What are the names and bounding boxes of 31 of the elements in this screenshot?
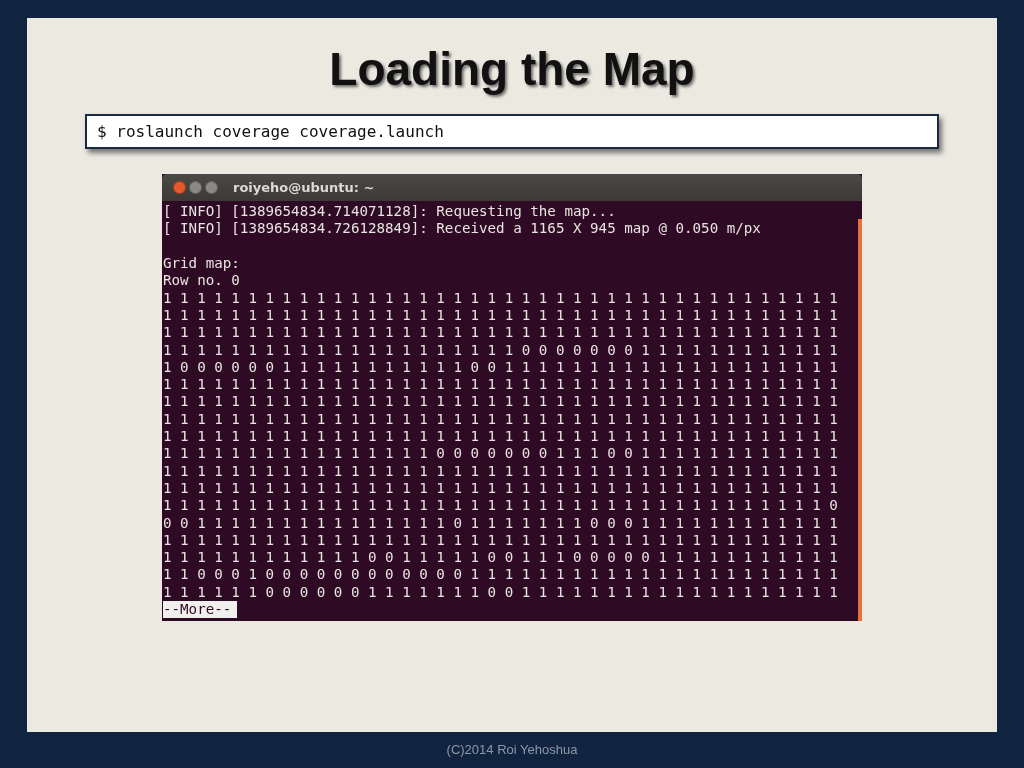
grid-row-text: 1 1 1 1 1 1 1 1 1 1 1 1 0 0 1 1 1 1 1 0 0 1 1 1 0 0 0 0 0 1 1 1 1 1 1 1 1 1 1 1 (163, 549, 839, 567)
grid-row-text: 1 0 0 0 0 0 0 1 1 1 1 1 1 1 1 1 1 1 0 0 1 1 1 1 1 1 1 1 1 1 1 1 1 1 1 1 1 1 1 1 (163, 358, 839, 377)
grid-row-text: 1 1 1 1 1 1 1 1 1 1 1 1 1 1 1 1 1 1 1 1 1 1 1 1 1 1 1 1 1 1 1 1 1 1 1 1 1 1 1 1 (163, 376, 839, 394)
grid-row-text: 1 1 1 1 1 1 1 1 1 1 1 1 1 1 1 1 1 1 1 1 1 1 1 1 1 1 1 1 1 1 1 1 1 1 1 1 1 1 1 1 (163, 428, 839, 446)
minimize-icon[interactable] (189, 181, 202, 195)
close-icon[interactable] (173, 181, 186, 195)
grid-row-text: 1 1 0 0 0 1 0 0 0 0 0 0 0 0 0 0 0 0 1 1 1 1 1 1 1 1 1 1 1 1 1 1 1 1 1 1 1 1 1 1 (163, 566, 839, 584)
scrollbar[interactable] (858, 219, 862, 622)
footer-text: (C)2014 Roi Yehoshua (446, 742, 578, 757)
log-line: [ INFO] [1389654834.726128849]: Received a 1165 X 945 map @ 0.050 m/px (163, 220, 762, 238)
output-line: Row no. 0 (163, 272, 241, 290)
grid-row-text: 1 1 1 1 1 1 1 1 1 1 1 1 1 1 1 1 1 1 1 1 1 1 1 1 1 1 1 1 1 1 1 1 1 1 1 1 1 1 1 1 (163, 479, 839, 498)
grid-row-text: 1 1 1 1 1 1 1 1 1 1 1 1 1 1 1 1 1 1 1 1 1 1 1 1 1 1 1 1 1 1 1 1 1 1 1 1 1 1 1 1 (163, 462, 839, 480)
grid-row-text: 0 0 1 1 1 1 1 1 1 1 1 1 1 1 1 1 1 0 1 1 1 1 1 1 1 0 0 0 1 1 1 1 1 1 1 1 1 1 1 1 (163, 514, 839, 532)
grid-row-text: 1 1 1 1 1 1 1 1 1 1 1 1 1 1 1 1 0 0 0 0 0 0 0 1 1 1 0 0 1 1 1 1 1 1 1 1 1 1 1 1 (163, 445, 839, 463)
grid-row-text: 1 1 1 1 1 1 1 1 1 1 1 1 1 1 1 1 1 1 1 1 1 1 1 1 1 1 1 1 1 1 1 1 1 1 1 1 1 1 1 1 (163, 289, 839, 307)
window-title: roiyeho@ubuntu: ~ (233, 180, 375, 196)
log-line: [ INFO] [1389654834.714071128]: Requesting the map... (163, 203, 617, 221)
grid-row-text: 1 1 1 1 1 1 1 1 1 1 1 1 1 1 1 1 1 1 1 1 1 1 1 1 1 1 1 1 1 1 1 1 1 1 1 1 1 1 1 0 (163, 497, 839, 515)
grid-row-text: 1 1 1 1 1 1 1 1 1 1 1 1 1 1 1 1 1 1 1 1 1 1 1 1 1 1 1 1 1 1 1 1 1 1 1 1 1 1 1 1 (163, 531, 839, 550)
grid-row-text: 1 1 1 1 1 1 0 0 0 0 0 0 1 1 1 1 1 1 1 0 0 1 1 1 1 1 1 1 1 1 1 1 1 1 1 1 1 1 1 1 (163, 583, 839, 601)
maximize-icon[interactable] (205, 181, 218, 195)
output-line: Grid map: (163, 255, 241, 273)
pager-prompt: --More-- (163, 601, 238, 619)
grid-row-text: 1 1 1 1 1 1 1 1 1 1 1 1 1 1 1 1 1 1 1 1 1 1 1 1 1 1 1 1 1 1 1 1 1 1 1 1 1 1 1 1 (163, 410, 839, 429)
slide-title: Loading the Map (329, 42, 695, 97)
grid-row-text: 1 1 1 1 1 1 1 1 1 1 1 1 1 1 1 1 1 1 1 1 1 0 0 0 0 0 0 0 1 1 1 1 1 1 1 1 1 1 1 1 (163, 341, 839, 359)
command-text: $ roslaunch coverage coverage.launch (85, 114, 939, 150)
grid-row-text: 1 1 1 1 1 1 1 1 1 1 1 1 1 1 1 1 1 1 1 1 1 1 1 1 1 1 1 1 1 1 1 1 1 1 1 1 1 1 1 1 (163, 306, 839, 325)
grid-row-text: 1 1 1 1 1 1 1 1 1 1 1 1 1 1 1 1 1 1 1 1 1 1 1 1 1 1 1 1 1 1 1 1 1 1 1 1 1 1 1 1 (163, 393, 839, 411)
grid-row-text: 1 1 1 1 1 1 1 1 1 1 1 1 1 1 1 1 1 1 1 1 1 1 1 1 1 1 1 1 1 1 1 1 1 1 1 1 1 1 1 1 (163, 324, 839, 342)
